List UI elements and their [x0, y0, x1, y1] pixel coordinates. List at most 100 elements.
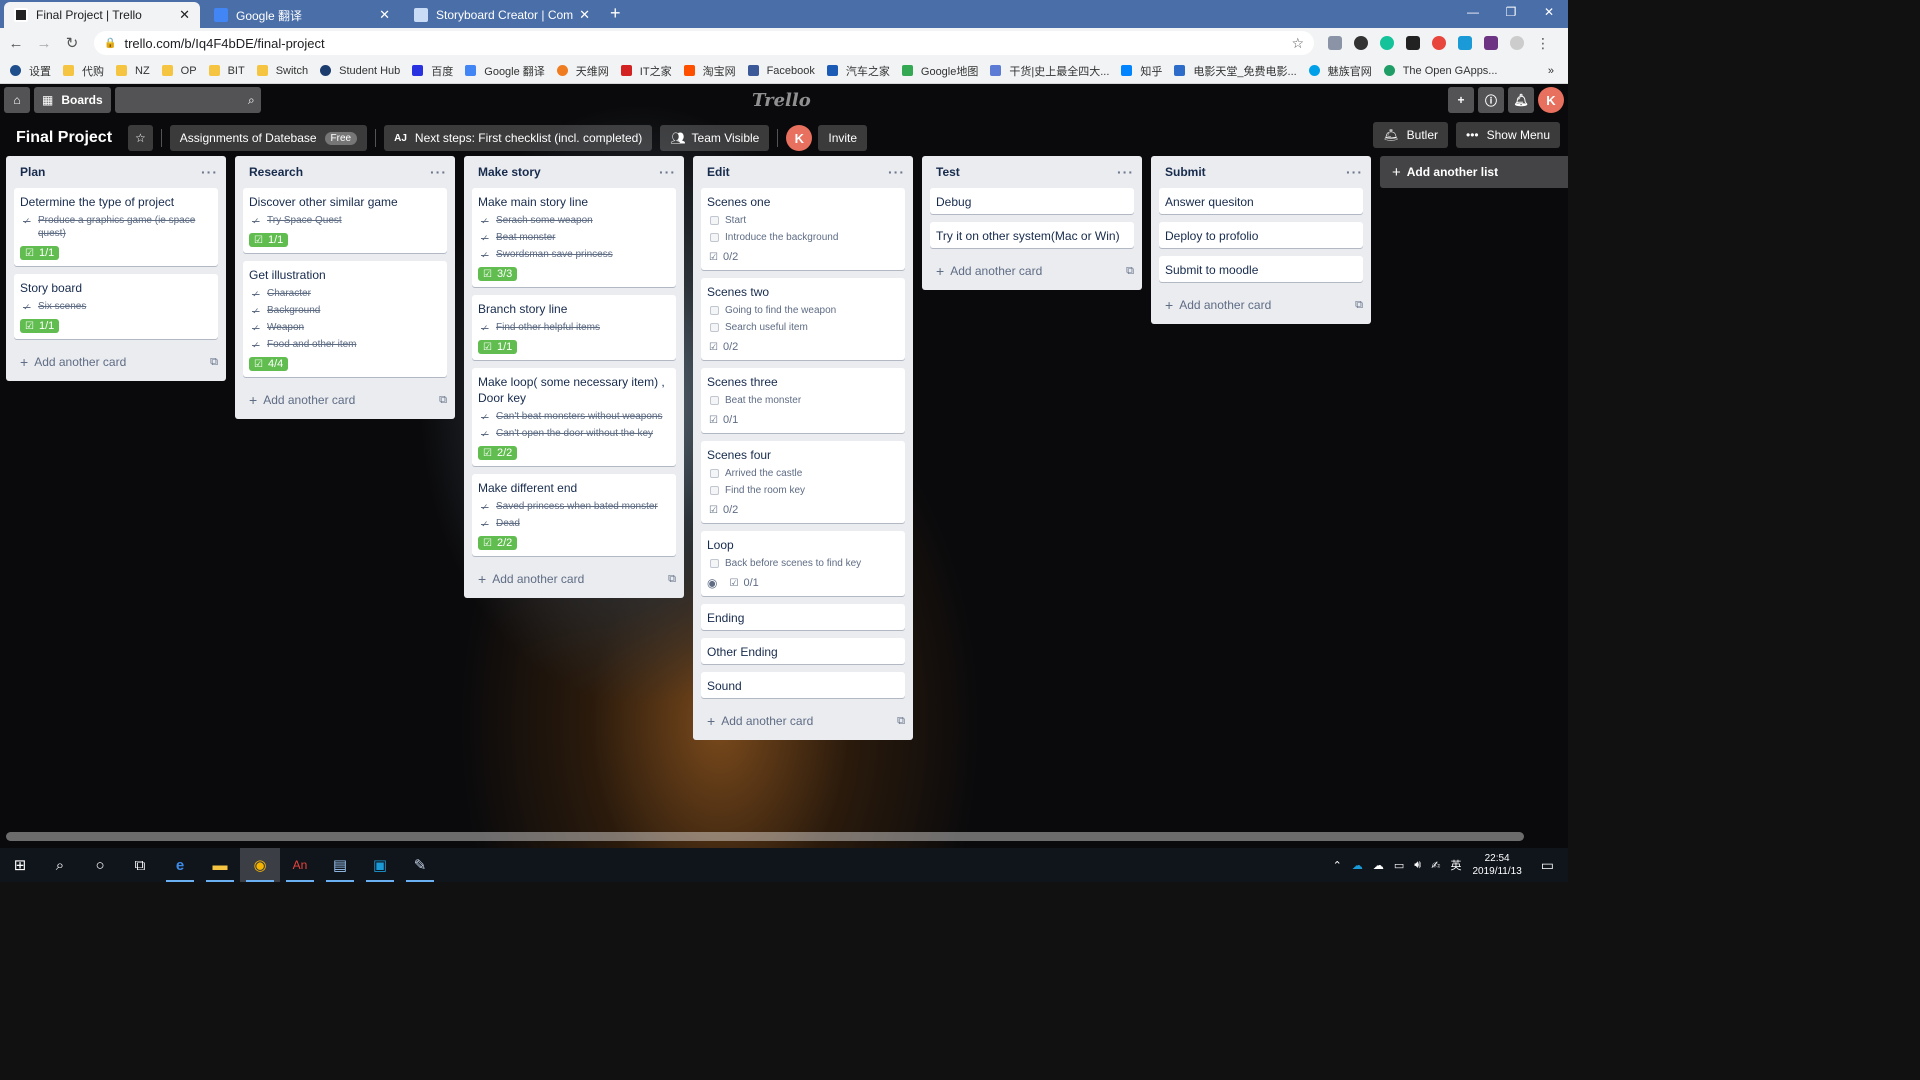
checklist-item[interactable]: Beat the monster: [707, 394, 899, 407]
card[interactable]: Make loop( some necessary item) , Door k…: [472, 368, 676, 466]
checklist-item[interactable]: Find the room key: [707, 484, 899, 497]
restore-icon[interactable]: ❐: [1492, 0, 1530, 24]
reload-icon[interactable]: ↻: [60, 34, 84, 52]
remote-icon[interactable]: ▣: [360, 848, 400, 882]
new-tab-icon[interactable]: +: [610, 3, 621, 24]
checklist-item[interactable]: ✓ Serach some weapon: [478, 214, 670, 227]
tray-expand-icon[interactable]: ⌃: [1333, 859, 1342, 872]
list-menu-icon[interactable]: ···: [659, 164, 676, 180]
close-window-icon[interactable]: ✕: [1530, 0, 1568, 24]
card-template-icon[interactable]: ⧉: [897, 715, 905, 728]
add-card-button[interactable]: + Add another card ⧉: [1151, 290, 1371, 320]
minimize-icon[interactable]: —: [1454, 0, 1492, 24]
checkmark-icon[interactable]: ✓: [481, 323, 490, 333]
bookmark-folder[interactable]: NZ: [116, 65, 150, 77]
list-menu-icon[interactable]: ···: [201, 164, 218, 180]
card-template-icon[interactable]: ⧉: [668, 573, 676, 586]
checklist-item[interactable]: ✓ Produce a graphics game (ie space quest…: [20, 214, 212, 240]
card[interactable]: Answer quesiton: [1159, 188, 1363, 214]
list-header[interactable]: Plan ···: [6, 156, 226, 188]
list-title[interactable]: Edit: [707, 165, 730, 179]
card[interactable]: Branch story line ✓ Find other helpful ite…: [472, 295, 676, 360]
add-card-button[interactable]: + Add another card ⧉: [6, 347, 226, 377]
team-button[interactable]: Assignments of Datebase Free: [169, 125, 368, 151]
chrome-menu-icon[interactable]: ⋮: [1536, 36, 1550, 50]
list-header[interactable]: Make story ···: [464, 156, 684, 188]
list-header[interactable]: Edit ···: [693, 156, 913, 188]
grammarly-extension-icon[interactable]: [1380, 36, 1394, 50]
checkmark-icon[interactable]: ✓: [252, 289, 261, 299]
checklist-item[interactable]: ✓ Can't beat monsters without weapons: [478, 410, 670, 423]
profile-icon[interactable]: [1510, 36, 1524, 50]
card[interactable]: Debug: [930, 188, 1134, 214]
checkmark-icon[interactable]: ✓: [23, 302, 32, 312]
bookmark-link[interactable]: 干货|史上最全四大...: [990, 63, 1109, 79]
bookmark-link[interactable]: IT之家: [620, 63, 672, 79]
show-menu-button[interactable]: ••• Show Menu: [1456, 122, 1560, 148]
checklist-item[interactable]: ✓ Background: [249, 304, 441, 317]
create-button[interactable]: +: [1448, 87, 1474, 113]
card[interactable]: Loop Back before scenes to find key ◉ ☑ 0/1: [701, 531, 905, 596]
list-menu-icon[interactable]: ···: [1117, 164, 1134, 180]
checklist-item[interactable]: Start: [707, 214, 899, 227]
bookmark-folder[interactable]: BIT: [208, 65, 245, 77]
file-explorer-icon[interactable]: ▬: [200, 848, 240, 882]
trello-logo[interactable]: Trello: [752, 90, 811, 111]
add-list-button[interactable]: + Add another list: [1380, 156, 1568, 188]
bookmark-link[interactable]: 淘宝网: [683, 63, 736, 79]
search-input[interactable]: ⌕: [114, 87, 261, 113]
checklist-item[interactable]: ✓ Find other helpful items: [478, 321, 670, 334]
checkbox-icon[interactable]: [710, 306, 719, 315]
checkmark-icon[interactable]: ✓: [252, 323, 261, 333]
checkmark-icon[interactable]: ✓: [252, 340, 261, 350]
card[interactable]: Story board ✓ Six scenes ☑ 1/1: [14, 274, 218, 339]
notification-center-icon[interactable]: ▭: [1541, 857, 1554, 874]
card-template-icon[interactable]: ⧉: [1355, 299, 1363, 312]
star-board-button[interactable]: ☆: [128, 125, 153, 151]
checklist-item[interactable]: ✓ Six scenes: [20, 300, 212, 313]
avatar[interactable]: K: [1538, 87, 1564, 113]
bookmark-link[interactable]: 电影天堂_免费电影...: [1174, 63, 1297, 79]
card[interactable]: Deploy to profolio: [1159, 222, 1363, 248]
close-tab-icon[interactable]: ✕: [379, 7, 390, 23]
search-icon[interactable]: ⌕: [40, 848, 80, 882]
checkmark-icon[interactable]: ✓: [481, 412, 490, 422]
cortana-icon[interactable]: ○: [80, 848, 120, 882]
card[interactable]: Try it on other system(Mac or Win): [930, 222, 1134, 248]
list-menu-icon[interactable]: ···: [430, 164, 447, 180]
add-card-button[interactable]: + Add another card ⧉: [235, 385, 455, 415]
checklist-item[interactable]: ✓ Can't open the door without the key: [478, 427, 670, 440]
card[interactable]: Other Ending: [701, 638, 905, 664]
bookmarks-overflow-icon[interactable]: »: [1548, 65, 1554, 77]
input-language[interactable]: 英: [1450, 857, 1461, 873]
list-title[interactable]: Submit: [1165, 165, 1206, 179]
checkmark-icon[interactable]: ✓: [481, 502, 490, 512]
cloud-icon[interactable]: ☁: [1373, 859, 1384, 872]
checkmark-icon[interactable]: ✓: [252, 306, 261, 316]
card[interactable]: Scenes one Start Introduce the background ☑…: [701, 188, 905, 270]
boards-button[interactable]: ▦ Boards: [34, 87, 111, 113]
card[interactable]: Determine the type of project ✓ Produce a …: [14, 188, 218, 266]
windows-start-icon[interactable]: ⊞: [0, 848, 40, 882]
checklist-item[interactable]: ✓ Food and other item: [249, 338, 441, 351]
list-title[interactable]: Plan: [20, 165, 45, 179]
checkbox-icon[interactable]: [710, 559, 719, 568]
info-button[interactable]: ⓘ: [1478, 87, 1504, 113]
checklist-item[interactable]: ✓ Try Space Quest: [249, 214, 441, 227]
home-button[interactable]: ⌂: [4, 87, 30, 113]
board-title[interactable]: Final Project: [8, 129, 120, 147]
speed-extension-icon[interactable]: [1354, 36, 1368, 50]
media-extension-icon[interactable]: [1406, 36, 1420, 50]
checkmark-icon[interactable]: ✓: [481, 216, 490, 226]
checklist-item[interactable]: ✓ Dead: [478, 517, 670, 530]
chrome-icon[interactable]: ◉: [240, 848, 280, 882]
checklist-item[interactable]: ✓ Character: [249, 287, 441, 300]
checkbox-icon[interactable]: [710, 233, 719, 242]
bookmark-link[interactable]: 魅族官网: [1308, 63, 1372, 79]
add-card-button[interactable]: + Add another card ⧉: [464, 564, 684, 594]
checklist-item[interactable]: Search useful item: [707, 321, 899, 334]
browser-tab-trello[interactable]: Final Project | Trello ✕: [4, 2, 200, 28]
card[interactable]: Get illustration ✓ Character ✓ Background ✓ We…: [243, 261, 447, 377]
list-title[interactable]: Test: [936, 165, 960, 179]
list-title[interactable]: Make story: [478, 165, 541, 179]
